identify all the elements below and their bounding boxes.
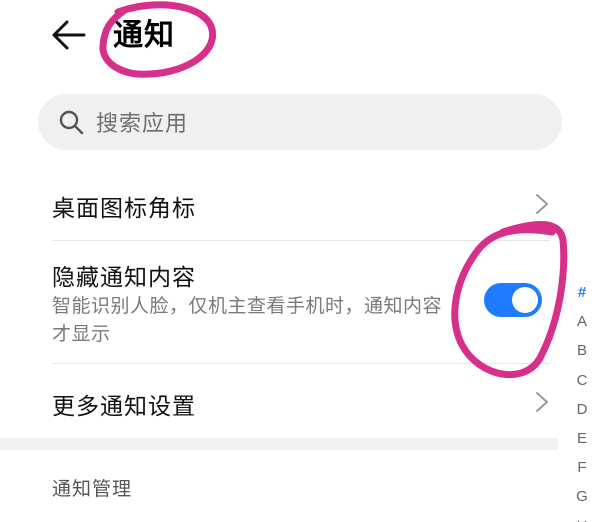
alpha-index-item[interactable]: G xyxy=(570,482,594,511)
arrow-left-icon xyxy=(52,20,86,50)
alpha-index-item[interactable]: E xyxy=(570,424,594,453)
alpha-index-item[interactable]: C xyxy=(570,366,594,395)
alphabet-index[interactable]: # A B C D E F G H xyxy=(570,278,594,522)
search-icon xyxy=(59,110,84,135)
search-placeholder: 搜索应用 xyxy=(96,112,189,137)
alpha-index-item[interactable]: H xyxy=(570,512,594,522)
section-gap xyxy=(0,438,558,450)
row-description: 智能识别人脸，仅机主查看手机时，通知内容才显示 xyxy=(52,295,443,345)
section-header: 通知管理 xyxy=(52,478,133,500)
alpha-index-item[interactable]: A xyxy=(570,307,594,336)
alpha-index-item[interactable]: D xyxy=(570,395,594,424)
search-input[interactable]: 搜索应用 xyxy=(38,94,562,150)
divider xyxy=(52,240,550,241)
row-label: 桌面图标角标 xyxy=(52,196,196,222)
page-title: 通知 xyxy=(113,18,175,53)
row-label: 隐藏通知内容 xyxy=(52,265,196,291)
alpha-index-item[interactable]: # xyxy=(570,278,594,307)
divider xyxy=(52,363,550,364)
notification-settings-screen: 通知 搜索应用 桌面图标角标 隐藏通知内容 智能识别人脸，仅机主查看手机时，通知… xyxy=(0,0,600,522)
chevron-right-icon xyxy=(536,194,548,214)
chevron-right-icon xyxy=(536,392,548,412)
back-button[interactable] xyxy=(48,14,92,58)
toggle-knob xyxy=(512,287,538,313)
row-label: 更多通知设置 xyxy=(52,394,196,420)
hide-content-toggle[interactable] xyxy=(484,283,542,317)
alpha-index-item[interactable]: B xyxy=(570,336,594,365)
alpha-index-item[interactable]: F xyxy=(570,453,594,482)
